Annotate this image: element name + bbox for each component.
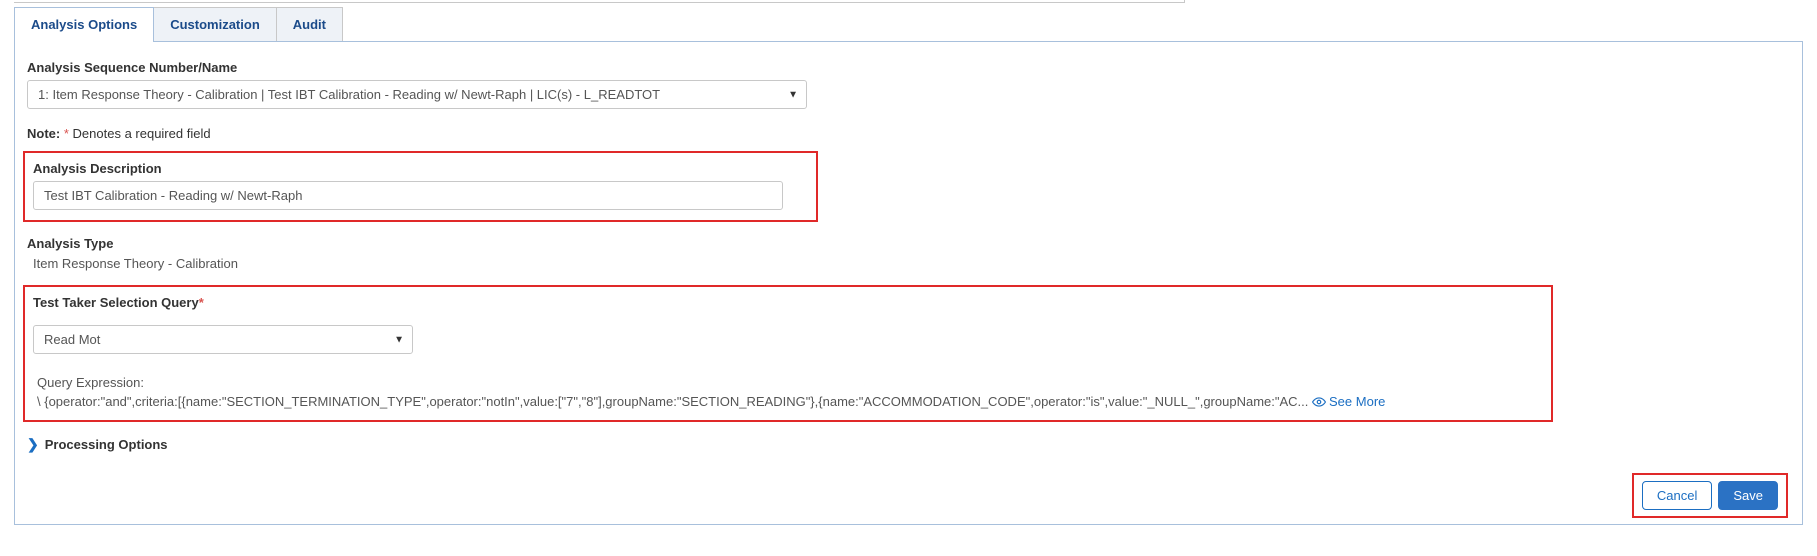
chevron-right-icon: ❯: [27, 436, 39, 453]
panel-scroll-body[interactable]: Analysis Sequence Number/Name 1: Item Re…: [15, 42, 1802, 467]
see-more-text: See More: [1329, 394, 1385, 409]
label-description: Analysis Description: [33, 161, 808, 176]
link-see-more[interactable]: See More: [1312, 394, 1385, 409]
note-suffix: Denotes a required field: [73, 126, 211, 141]
highlight-footer-buttons: Cancel Save: [1632, 473, 1788, 518]
input-description[interactable]: [33, 181, 783, 210]
tab-audit[interactable]: Audit: [276, 7, 343, 42]
query-expression-text: \ {operator:"and",criteria:[{name:"SECTI…: [33, 394, 1543, 410]
label-query-expression: Query Expression:: [33, 375, 1543, 390]
note-required: Note: * Denotes a required field: [23, 126, 1784, 141]
label-query: Test Taker Selection Query*: [33, 295, 1543, 310]
cancel-button[interactable]: Cancel: [1642, 481, 1712, 510]
select-sequence-value: 1: Item Response Theory - Calibration | …: [27, 80, 807, 109]
tab-panel: Analysis Sequence Number/Name 1: Item Re…: [14, 41, 1803, 525]
label-analysis-type: Analysis Type: [27, 236, 1784, 251]
select-query-value: Read Mot: [33, 325, 413, 354]
field-group-analysis-type: Analysis Type Item Response Theory - Cal…: [23, 236, 1784, 271]
tab-bar: Analysis Options Customization Audit: [14, 7, 1817, 42]
label-sequence: Analysis Sequence Number/Name: [27, 60, 1784, 75]
query-expression-value: \ {operator:"and",criteria:[{name:"SECTI…: [37, 394, 1308, 409]
required-asterisk: *: [64, 126, 69, 141]
toggle-processing-options[interactable]: ❯ Processing Options: [23, 436, 1784, 453]
highlight-analysis-description: Analysis Description: [23, 151, 818, 222]
panel-footer: Cancel Save: [15, 467, 1802, 524]
save-button[interactable]: Save: [1718, 481, 1778, 510]
tab-analysis-options[interactable]: Analysis Options: [14, 7, 154, 42]
eye-icon: [1312, 395, 1326, 410]
prior-panel-bottom-edge: [14, 0, 1185, 3]
label-query-text: Test Taker Selection Query: [33, 295, 199, 310]
highlight-test-taker-query: Test Taker Selection Query* Read Mot ▼ Q…: [23, 285, 1553, 422]
value-analysis-type: Item Response Theory - Calibration: [27, 256, 1784, 271]
field-group-sequence: Analysis Sequence Number/Name 1: Item Re…: [23, 60, 1784, 112]
select-sequence[interactable]: 1: Item Response Theory - Calibration | …: [27, 80, 807, 109]
note-prefix: Note:: [27, 126, 60, 141]
select-query[interactable]: Read Mot ▼: [33, 325, 413, 354]
tab-customization[interactable]: Customization: [153, 7, 277, 42]
required-asterisk: *: [199, 295, 204, 310]
processing-options-title: Processing Options: [45, 437, 168, 452]
